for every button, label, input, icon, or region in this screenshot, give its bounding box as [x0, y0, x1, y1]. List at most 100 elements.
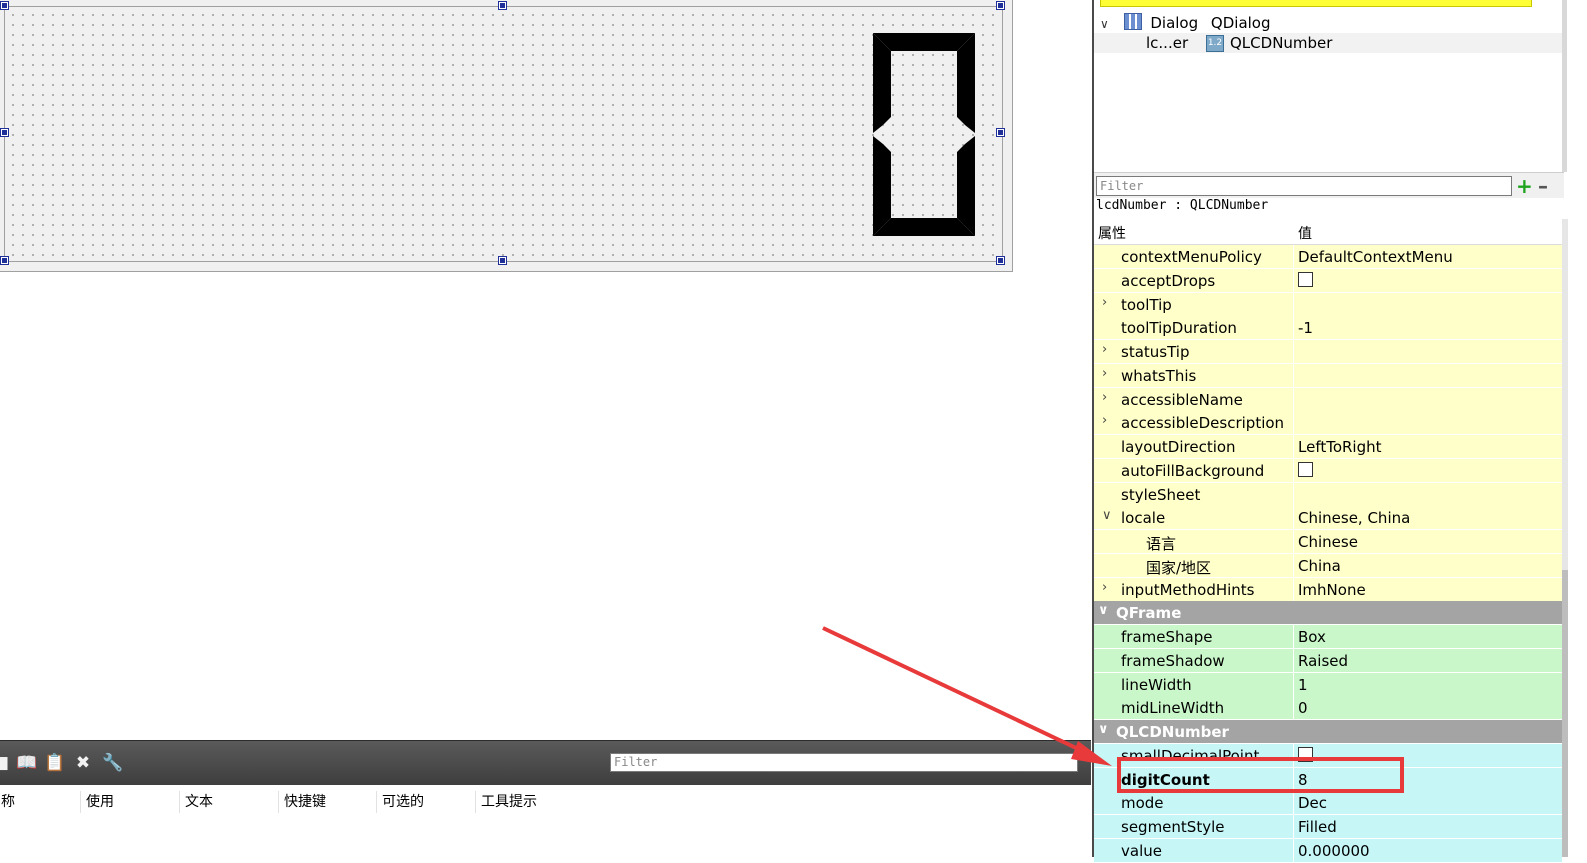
property-row[interactable]: frameShadow Raised [1094, 648, 1562, 673]
property-row[interactable]: value 0.000000 [1094, 838, 1562, 863]
column-separator [1293, 838, 1294, 862]
column-header-shortcut[interactable]: 快捷键 [278, 791, 326, 813]
resize-handle-b[interactable] [499, 257, 506, 264]
property-value[interactable]: DefaultContextMenu [1298, 248, 1453, 266]
property-value[interactable]: 1 [1298, 676, 1308, 694]
property-row[interactable]: toolTipDuration -1 [1094, 316, 1562, 341]
property-filter-input[interactable]: Filter [1096, 176, 1512, 196]
property-value[interactable]: 0.000000 [1298, 842, 1370, 860]
column-header-checkable[interactable]: 可选的 [376, 791, 424, 813]
object-class: QDialog [1210, 14, 1271, 32]
form-canvas[interactable] [0, 0, 1013, 272]
property-row[interactable]: layoutDirection LeftToRight [1094, 435, 1562, 459]
property-row[interactable]: mode Dec [1094, 791, 1562, 816]
property-name: whatsThis [1121, 366, 1197, 385]
property-value[interactable]: Chinese [1298, 533, 1358, 551]
action-icon[interactable]: ■ [0, 753, 10, 773]
lcd-number-icon: 1.2 [1206, 35, 1224, 52]
property-value[interactable]: ImhNone [1298, 581, 1366, 599]
property-row[interactable]: › whatsThis [1094, 363, 1562, 388]
resize-handle-br[interactable] [997, 257, 1004, 264]
property-row[interactable]: › toolTip [1094, 292, 1562, 317]
property-row[interactable]: › statusTip [1094, 340, 1562, 364]
property-row[interactable]: segmentStyle Filled [1094, 815, 1562, 839]
checkbox-icon[interactable] [1298, 461, 1313, 477]
resize-handle-bl[interactable] [1, 257, 8, 264]
property-value[interactable]: China [1298, 557, 1341, 575]
column-separator [1293, 672, 1294, 696]
column-separator [1293, 411, 1294, 435]
resize-handle-r[interactable] [997, 129, 1004, 136]
property-value[interactable]: Filled [1298, 818, 1337, 836]
property-value[interactable]: -1 [1298, 319, 1313, 337]
column-separator [1293, 482, 1294, 506]
action-filter-input[interactable]: Filter [610, 753, 1078, 772]
column-header-name[interactable]: 称 [0, 791, 15, 813]
column-header-tooltip[interactable]: 工具提示 [475, 791, 537, 813]
expand-chevron-icon[interactable]: › [1102, 390, 1107, 405]
remove-dynamic-property-icon[interactable]: – [1538, 174, 1548, 198]
property-name: acceptDrops [1121, 271, 1216, 290]
configure-icon[interactable]: 🔧 [102, 753, 123, 773]
resize-handle-l[interactable] [1, 129, 8, 136]
property-name: autoFillBackground [1121, 461, 1265, 480]
property-checkbox[interactable] [1298, 461, 1313, 480]
add-dynamic-property-icon[interactable]: + [1516, 174, 1533, 198]
collapse-chevron-icon[interactable]: ∨ [1100, 17, 1109, 31]
property-row[interactable]: ∨ locale Chinese, China [1094, 506, 1562, 531]
resize-handle-tr[interactable] [997, 2, 1004, 9]
column-header-text[interactable]: 文本 [179, 791, 213, 813]
tree-row-dialog[interactable]: ∨ Dialog QDialog [1100, 13, 1271, 32]
expand-chevron-icon[interactable]: › [1102, 342, 1107, 357]
property-row[interactable]: › inputMethodHints ImhNone [1094, 577, 1562, 602]
value-column-header[interactable]: 值 [1298, 223, 1312, 243]
delete-action-icon[interactable]: ✖ [74, 753, 92, 773]
property-section-header[interactable]: ∨ QLCDNumber [1094, 720, 1562, 744]
column-separator [1293, 268, 1294, 292]
new-action-icon[interactable]: 📖 [16, 753, 37, 773]
property-scrollbar-thumb[interactable] [1562, 570, 1568, 857]
property-row[interactable]: 国家/地区 China [1094, 553, 1562, 578]
collapse-chevron-icon[interactable]: ∨ [1098, 603, 1109, 618]
copy-action-icon[interactable]: 📋 [44, 753, 65, 773]
collapse-chevron-icon[interactable]: ∨ [1102, 508, 1112, 523]
property-column-header[interactable]: 属性 [1098, 223, 1126, 243]
property-row[interactable]: contextMenuPolicy DefaultContextMenu [1094, 245, 1562, 269]
lcd-number-display[interactable] [873, 33, 975, 236]
dialog-form[interactable] [4, 6, 1003, 262]
property-row[interactable]: lineWidth 1 [1094, 672, 1562, 697]
property-row[interactable]: › accessibleName [1094, 387, 1562, 412]
property-value[interactable]: Box [1298, 628, 1326, 646]
expand-chevron-icon[interactable]: › [1102, 413, 1107, 428]
property-value[interactable]: 0 [1298, 699, 1308, 717]
checkbox-icon[interactable] [1298, 271, 1313, 287]
property-section-header[interactable]: ∨ QFrame [1094, 601, 1562, 626]
action-table-header: 称 使用 文本 快捷键 可选的 工具提示 [0, 785, 1091, 815]
property-value[interactable]: Dec [1298, 794, 1327, 812]
expand-chevron-icon[interactable]: › [1102, 295, 1107, 310]
tree-row-lcdnumber[interactable]: lc...er 1.2 QLCDNumber [1094, 33, 1562, 53]
property-name: 语言 [1146, 535, 1177, 553]
section-label: QLCDNumber [1116, 723, 1229, 741]
property-value[interactable]: Raised [1298, 652, 1348, 670]
property-row[interactable]: acceptDrops [1094, 268, 1562, 293]
inspector-scrollbar[interactable] [1562, 0, 1567, 172]
property-row[interactable]: frameShape Box [1094, 625, 1562, 649]
action-editor-toolbar: ■ 📖 📋 ✖ 🔧 Filter [0, 740, 1091, 785]
resize-handle-t[interactable] [499, 2, 506, 9]
property-row[interactable]: › accessibleDescription [1094, 411, 1562, 436]
collapse-chevron-icon[interactable]: ∨ [1098, 722, 1109, 737]
property-value[interactable]: LeftToRight [1298, 438, 1382, 456]
expand-chevron-icon[interactable]: › [1102, 580, 1107, 595]
property-row[interactable]: styleSheet [1094, 482, 1562, 507]
property-value[interactable]: Chinese, China [1298, 509, 1410, 527]
property-name: toolTipDuration [1121, 319, 1237, 338]
property-row[interactable]: 语言 Chinese [1094, 530, 1562, 554]
property-name: midLineWidth [1121, 699, 1225, 718]
property-checkbox[interactable] [1298, 271, 1313, 290]
column-header-used[interactable]: 使用 [80, 791, 114, 813]
resize-handle-tl[interactable] [1, 2, 8, 9]
property-row[interactable]: autoFillBackground [1094, 458, 1562, 483]
expand-chevron-icon[interactable]: › [1102, 366, 1107, 381]
property-row[interactable]: midLineWidth 0 [1094, 696, 1562, 721]
